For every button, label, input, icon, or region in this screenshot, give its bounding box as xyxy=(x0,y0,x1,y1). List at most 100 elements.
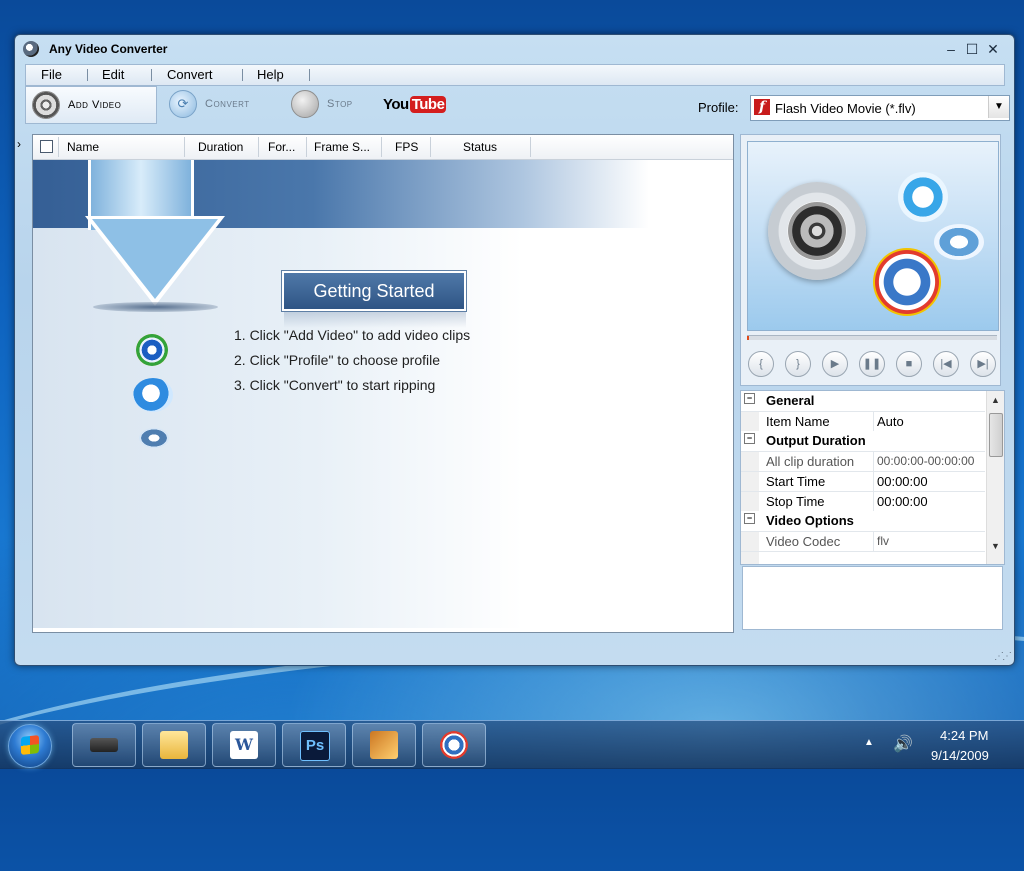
scroll-down-icon[interactable]: ▼ xyxy=(991,541,1000,551)
section-label: General xyxy=(766,393,815,408)
youtube-button[interactable]: You Tube xyxy=(383,86,447,122)
play-icon[interactable]: ▶ xyxy=(822,351,848,377)
column-duration[interactable]: Duration xyxy=(198,140,243,154)
column-separator xyxy=(381,137,382,157)
windows-logo-icon xyxy=(21,735,39,755)
section-general[interactable]: − General xyxy=(741,391,985,412)
column-status[interactable]: Status xyxy=(463,140,497,154)
chevron-up-icon[interactable]: ▲ xyxy=(864,737,874,748)
add-video-label: Add Video xyxy=(68,99,122,111)
menu-file[interactable]: File xyxy=(41,67,62,82)
properties-scrollbar[interactable]: ▲ ▼ xyxy=(986,391,1004,564)
collapse-icon[interactable]: − xyxy=(744,513,755,524)
maximize-button[interactable]: ☐ xyxy=(963,41,981,57)
column-format[interactable]: For... xyxy=(268,140,295,154)
convert-label: Convert xyxy=(205,98,250,110)
section-output-duration[interactable]: − Output Duration xyxy=(741,431,985,452)
any-video-converter-icon xyxy=(440,731,468,759)
menu-help[interactable]: Help xyxy=(257,67,284,82)
clock-date[interactable]: 9/14/2009 xyxy=(931,748,989,763)
column-separator xyxy=(258,137,259,157)
step-add-video: 1. Click "Add Video" to add video clips xyxy=(234,327,471,343)
resize-grip-icon[interactable]: ⋰⋰ xyxy=(994,651,1012,662)
previous-icon[interactable]: |◀ xyxy=(933,351,959,377)
property-row[interactable]: Stop Time 00:00:00 xyxy=(741,491,985,512)
taskbar-any-video-converter[interactable] xyxy=(422,723,486,767)
taskbar-movie-maker[interactable] xyxy=(352,723,416,767)
playback-slider[interactable] xyxy=(747,335,997,340)
close-button[interactable]: ✕ xyxy=(984,41,1002,57)
column-separator xyxy=(58,137,59,157)
column-frame-size[interactable]: Frame S... xyxy=(314,140,370,154)
slider-handle[interactable] xyxy=(747,336,749,340)
arrow-head-fill xyxy=(92,219,218,299)
column-separator xyxy=(184,137,185,157)
film-reel-icon xyxy=(32,91,60,119)
step-profile: 2. Click "Profile" to choose profile xyxy=(234,352,441,368)
youtube-logo-icon: You Tube xyxy=(383,95,447,113)
scroll-up-icon[interactable]: ▲ xyxy=(991,395,1000,405)
app-icon xyxy=(23,41,39,57)
photoshop-icon: Ps xyxy=(300,731,330,761)
section-label: Output Duration xyxy=(766,433,866,448)
property-key: Video Codec xyxy=(766,534,841,549)
file-list[interactable]: Name Duration For... Frame S... FPS Stat… xyxy=(32,134,734,633)
stop-icon[interactable]: ■ xyxy=(896,351,922,377)
menu-bar: File Edit Convert Help xyxy=(25,64,1005,86)
set-end-icon[interactable]: } xyxy=(785,351,811,377)
speaker-icon[interactable]: 🔊 xyxy=(893,734,913,754)
property-value[interactable]: Auto xyxy=(877,414,904,429)
scrollbar-thumb[interactable] xyxy=(989,413,1003,457)
stop-label: Stop xyxy=(327,98,353,110)
description-panel xyxy=(742,566,1003,630)
taskbar-drive[interactable] xyxy=(72,723,136,767)
menu-convert[interactable]: Convert xyxy=(167,67,213,82)
property-row[interactable]: Start Time 00:00:00 xyxy=(741,471,985,492)
preview-panel: { } ▶ ❚❚ ■ |◀ ▶| xyxy=(740,134,1001,386)
column-separator xyxy=(306,137,307,157)
start-button[interactable] xyxy=(8,724,52,768)
welcome-area: Getting Started 1. Click "Add Video" to … xyxy=(33,160,733,628)
collapse-icon[interactable]: − xyxy=(744,433,755,444)
property-row[interactable]: All clip duration 00:00:00-00:00:00 xyxy=(741,451,985,472)
menu-separator xyxy=(87,69,88,81)
realplayer-icon xyxy=(934,224,984,260)
add-video-button[interactable]: Add Video xyxy=(25,86,157,124)
property-key: Stop Time xyxy=(766,494,825,509)
collapse-icon[interactable]: − xyxy=(744,393,755,404)
list-header: Name Duration For... Frame S... FPS Stat… xyxy=(33,135,733,160)
title-bar[interactable]: Any Video Converter – ☐ ✕ xyxy=(15,35,1014,65)
menu-separator xyxy=(309,69,310,81)
stop-button[interactable]: Stop xyxy=(285,86,375,122)
convert-button[interactable]: ⟳ Convert xyxy=(163,86,273,122)
select-all-checkbox[interactable] xyxy=(40,140,53,153)
column-fps[interactable]: FPS xyxy=(395,140,418,154)
next-icon[interactable]: ▶| xyxy=(970,351,996,377)
properties-grid[interactable]: − General Item Name Auto − Output Durati… xyxy=(740,390,1005,565)
property-row[interactable]: Video Codec flv xyxy=(741,531,985,552)
taskbar-photoshop[interactable]: Ps xyxy=(282,723,346,767)
section-video-options[interactable]: − Video Options xyxy=(741,511,985,532)
column-separator xyxy=(530,137,531,157)
clock-time[interactable]: 4:24 PM xyxy=(940,728,988,743)
set-start-icon[interactable]: { xyxy=(748,351,774,377)
column-name[interactable]: Name xyxy=(67,140,99,154)
menu-edit[interactable]: Edit xyxy=(102,67,124,82)
expand-panel-icon[interactable]: › xyxy=(17,137,29,161)
chevron-down-icon[interactable]: ▼ xyxy=(988,96,1009,118)
property-row[interactable]: Item Name Auto xyxy=(741,411,985,432)
property-value[interactable]: 00:00:00 xyxy=(877,474,928,489)
profile-dropdown[interactable]: f Flash Video Movie (*.flv) ▼ xyxy=(750,95,1010,121)
taskbar-word[interactable]: W xyxy=(212,723,276,767)
property-value[interactable]: flv xyxy=(877,534,889,548)
window-title: Any Video Converter xyxy=(49,42,168,56)
minimize-button[interactable]: – xyxy=(942,41,960,57)
property-value[interactable]: 00:00:00 xyxy=(877,494,928,509)
convert-icon: ⟳ xyxy=(169,90,197,118)
pause-icon[interactable]: ❚❚ xyxy=(859,351,885,377)
property-key: All clip duration xyxy=(766,454,855,469)
windows-media-icon xyxy=(136,334,168,366)
taskbar-explorer[interactable] xyxy=(142,723,206,767)
stop-icon xyxy=(291,90,319,118)
section-label: Video Options xyxy=(766,513,854,528)
